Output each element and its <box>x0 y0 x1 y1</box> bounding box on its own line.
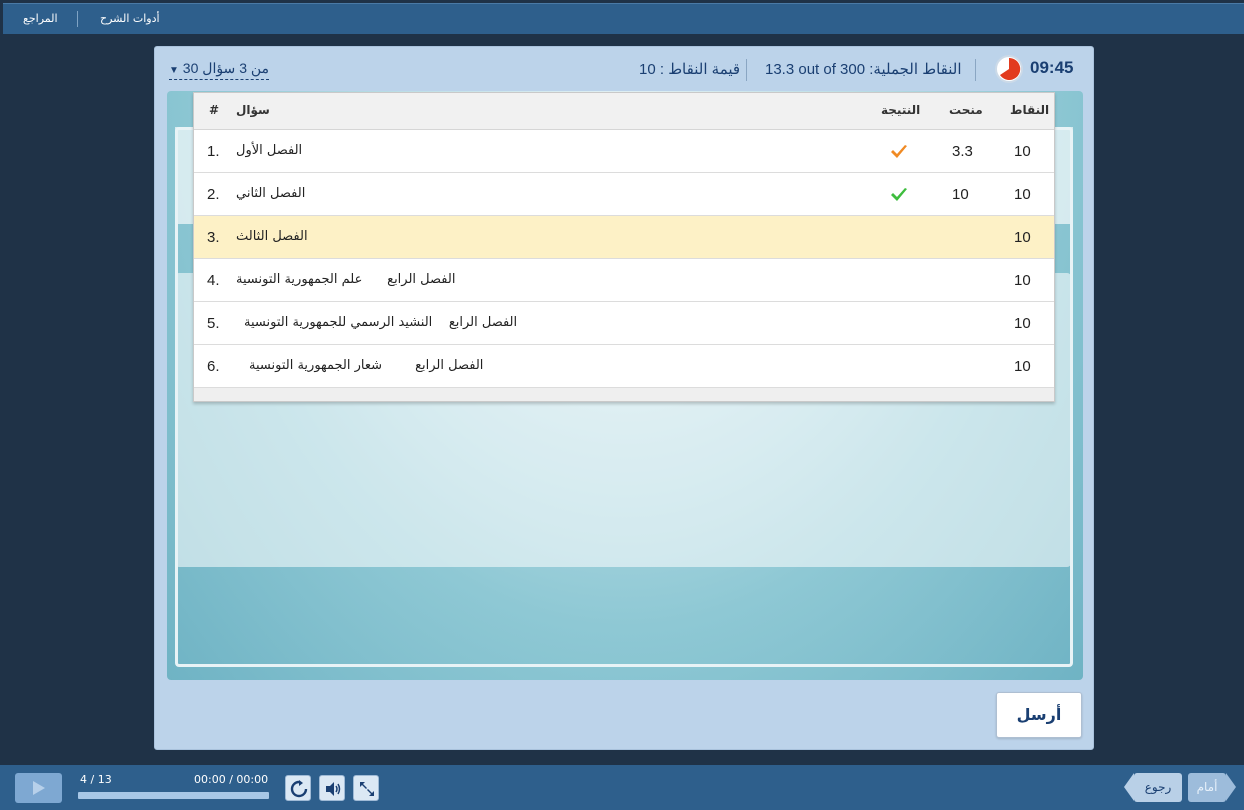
row-points: 10 <box>1014 186 1031 203</box>
table-row-current[interactable]: 10 الفصل الثالث 3. <box>194 216 1054 259</box>
col-question: سؤال <box>236 103 270 117</box>
col-points: النقاط <box>1010 103 1050 117</box>
forward-button[interactable]: أمام <box>1188 773 1236 802</box>
replay-button[interactable] <box>285 775 311 801</box>
back-button[interactable]: رجوع <box>1124 773 1182 802</box>
col-number: # <box>209 103 220 117</box>
partial-check-icon <box>889 142 909 162</box>
col-awarded: منحت <box>949 103 983 117</box>
question-list-table: النقاط منحت النتيجة سؤال # 10 3.3 الفصل … <box>193 92 1055 402</box>
table-header: النقاط منحت النتيجة سؤال # <box>194 93 1054 130</box>
row-number: 2. <box>207 186 220 203</box>
row-points: 10 <box>1014 229 1031 246</box>
quiz-header: 09:45 13.3 out of 300 :النقاط الجملية 10… <box>155 47 1095 91</box>
table-row[interactable]: 10 3.3 الفصل الأول 1. <box>194 130 1054 173</box>
correct-check-icon <box>889 185 909 205</box>
dropdown-arrow-icon: ▼ <box>169 65 179 76</box>
question-selector[interactable]: ▼ 30 من 3 سؤال <box>169 60 270 80</box>
row-awarded: 10 <box>952 186 969 203</box>
player-controls-bar: 4 / 13 00:00 / 00:00 رجوع أمام <box>0 765 1244 810</box>
row-question: الفصل الرابع علم الجمهورية التونسية <box>236 272 456 287</box>
table-row[interactable]: 10 الفصل الرابع النشيد الرسمي للجمهورية … <box>194 302 1054 345</box>
quiz-review-panel: 09:45 13.3 out of 300 :النقاط الجملية 10… <box>154 46 1094 750</box>
progress-bar[interactable] <box>78 792 269 799</box>
top-menu-bar: المراجع أدوات الشرح <box>3 3 1244 34</box>
table-row[interactable]: 10 الفصل الرابع شعار الجمهورية التونسية … <box>194 345 1054 388</box>
quiz-timer: 09:45 <box>1030 58 1074 77</box>
table-footer <box>194 388 1054 401</box>
row-points: 10 <box>1014 315 1031 332</box>
slide-counter: 4 / 13 <box>80 773 112 786</box>
total-score: 13.3 out of 300 :النقاط الجملية <box>765 61 962 78</box>
volume-icon <box>326 782 341 796</box>
clock-icon <box>995 55 1023 83</box>
volume-button[interactable] <box>319 775 345 801</box>
row-points: 10 <box>1014 272 1031 289</box>
header-divider <box>746 59 747 81</box>
row-number: 3. <box>207 229 220 246</box>
menu-divider <box>77 11 78 27</box>
play-button[interactable] <box>15 773 62 803</box>
row-number: 4. <box>207 272 220 289</box>
row-question: الفصل الثاني <box>236 186 306 201</box>
row-question: الفصل الأول <box>236 143 303 158</box>
row-question: الفصل الثالث <box>236 229 308 244</box>
fullscreen-button[interactable] <box>353 775 379 801</box>
row-number: 1. <box>207 143 220 160</box>
row-points: 10 <box>1014 358 1031 375</box>
play-icon <box>33 781 45 795</box>
row-number: 5. <box>207 315 220 332</box>
header-divider <box>975 59 976 81</box>
tools-menu[interactable]: أدوات الشرح <box>100 12 160 25</box>
table-row[interactable]: 10 الفصل الرابع علم الجمهورية التونسية 4… <box>194 259 1054 302</box>
row-question: الفصل الرابع النشيد الرسمي للجمهورية الت… <box>244 315 518 330</box>
row-awarded: 3.3 <box>952 143 973 160</box>
submit-button[interactable]: أرسل <box>996 692 1082 738</box>
table-row[interactable]: 10 10 الفصل الثاني 2. <box>194 173 1054 216</box>
question-selector-label: 30 من 3 سؤال <box>182 60 270 76</box>
replay-icon <box>290 780 308 798</box>
row-question: الفصل الرابع شعار الجمهورية التونسية <box>249 358 484 373</box>
col-result: النتيجة <box>881 103 921 117</box>
time-readout: 00:00 / 00:00 <box>194 773 269 786</box>
question-points-value: 10 : قيمة النقاط <box>639 61 741 78</box>
references-menu[interactable]: المراجع <box>23 12 58 25</box>
expand-icon <box>360 782 374 796</box>
row-number: 6. <box>207 358 220 375</box>
row-points: 10 <box>1014 143 1031 160</box>
